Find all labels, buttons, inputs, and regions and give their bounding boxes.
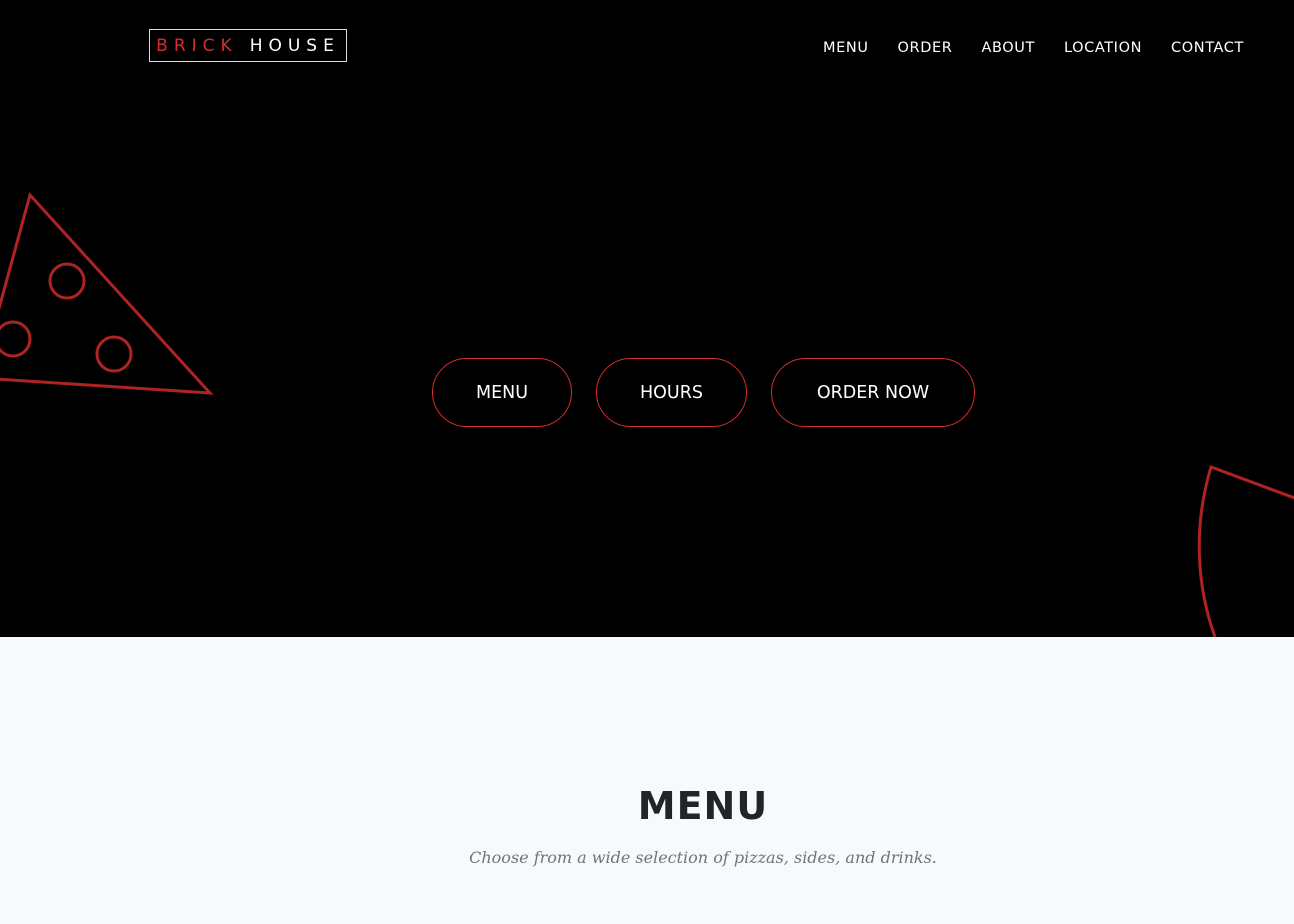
pepperoni-icon <box>95 335 133 373</box>
menu-section <box>0 637 1294 924</box>
menu-button[interactable]: MENU <box>432 358 572 427</box>
nav-item-contact[interactable]: CONTACT <box>1171 40 1244 56</box>
hours-button[interactable]: HOURS <box>596 358 747 427</box>
menu-section-subtitle: Choose from a wide selection of pizzas, … <box>469 848 937 867</box>
hero-buttons: MENU HOURS ORDER NOW <box>432 358 975 427</box>
pepperoni-icon <box>0 320 32 358</box>
nav-item-location[interactable]: LOCATION <box>1064 40 1142 56</box>
nav-item-order[interactable]: ORDER <box>898 40 953 56</box>
nav-item-menu[interactable]: MENU <box>823 40 869 56</box>
menu-section-title: MENU <box>637 784 769 828</box>
pizza-slice-icon <box>1197 465 1294 637</box>
pepperoni-icon <box>48 262 86 300</box>
brand-logo-part2: HOUSE <box>249 35 340 56</box>
hero-section: BRICK HOUSE MENU ORDER ABOUT LOCATION CO… <box>0 0 1294 637</box>
brand-logo[interactable]: BRICK HOUSE <box>149 29 347 62</box>
main-nav: MENU ORDER ABOUT LOCATION CONTACT <box>823 40 1244 56</box>
brand-logo-part1: BRICK <box>156 35 238 56</box>
nav-item-about[interactable]: ABOUT <box>981 40 1035 56</box>
pizza-decoration <box>0 191 1294 637</box>
order-now-button[interactable]: ORDER NOW <box>771 358 975 427</box>
pizza-slice-icon <box>0 191 214 395</box>
